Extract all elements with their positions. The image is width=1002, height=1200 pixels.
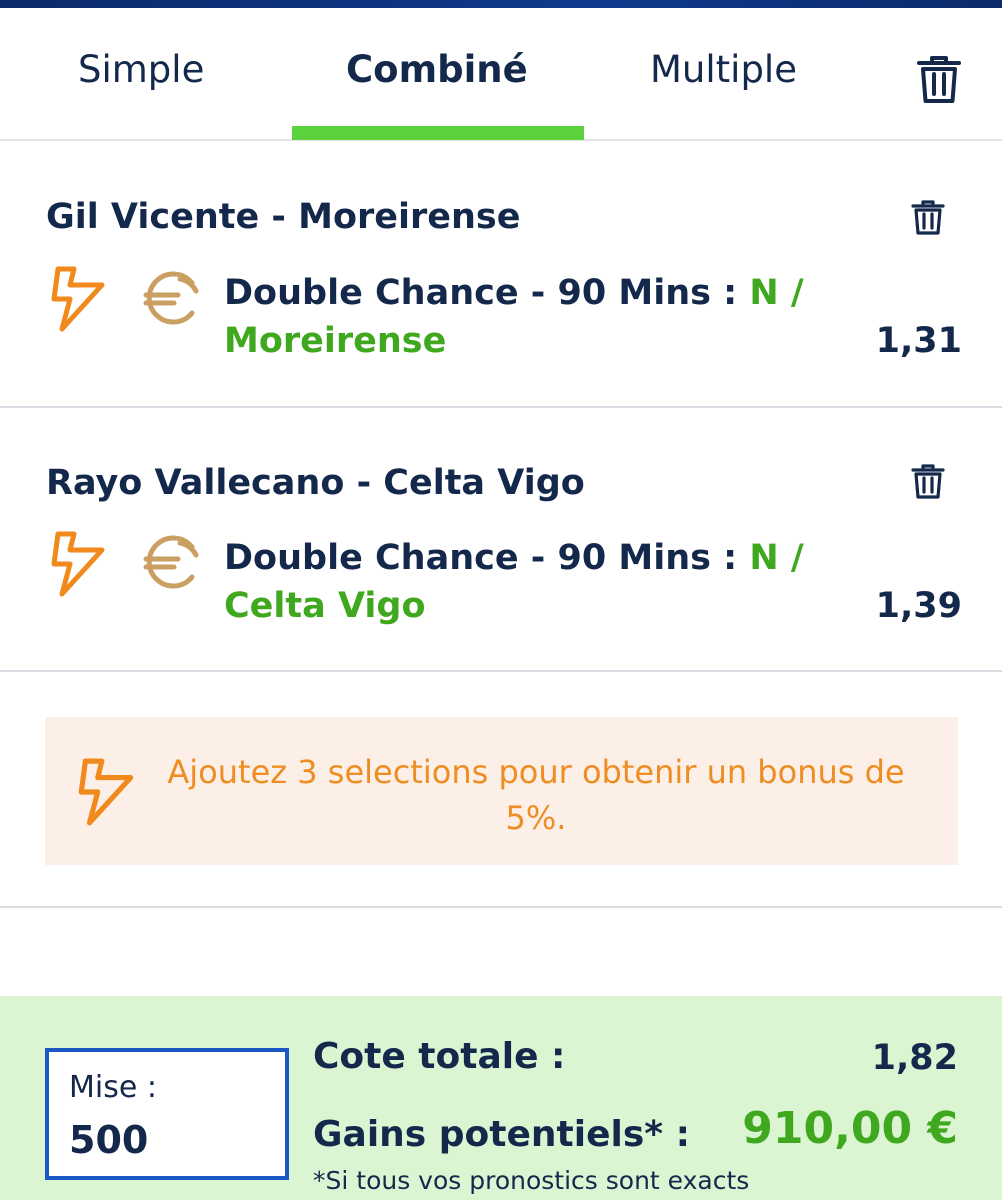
potential-gains-value: 910,00 € [742,1103,958,1154]
promo-section: Ajoutez 3 selections pour obtenir un bon… [0,672,1002,908]
selection-part2: Celta Vigo [224,586,426,626]
tab-multiple[interactable]: Multiple [650,48,797,91]
match-name: Rayo Vallecano - Celta Vigo [46,463,585,503]
total-odds-label: Cote totale : [313,1036,566,1077]
stake-input[interactable]: Mise : 500 [45,1048,289,1180]
selection-odd: 1,31 [875,321,962,361]
gains-disclaimer: *Si tous vos pronostics sont exacts [313,1166,750,1195]
potential-gains-label: Gains potentiels* : [313,1114,691,1155]
lightning-bolt-icon [78,758,134,826]
remove-selection-trash-icon[interactable] [910,462,946,500]
selection-part2: Moreirense [224,321,447,361]
selection-part1: N / [749,273,804,313]
euro-coin-icon [143,535,199,589]
remove-selection-trash-icon[interactable] [910,198,946,236]
top-accent-bar [0,0,1002,8]
selection-odd: 1,39 [875,586,962,626]
stake-label: Mise : [69,1070,157,1105]
trash-icon[interactable] [916,53,962,105]
lightning-bolt-icon [51,531,105,597]
bet-selection: Gil Vicente - Moreirense Double Chance -… [0,141,1002,408]
bet-type-tabs: Simple Combiné Multiple [0,8,1002,141]
market-name: Double Chance - 90 Mins : [224,273,738,313]
bet-summary-footer: Mise : 500 Cote totale : 1,82 Gains pote… [0,996,1002,1200]
bet-selection: Rayo Vallecano - Celta Vigo Double Chanc… [0,408,1002,672]
market-description: Double Chance - 90 Mins : N / Celta Vigo [224,534,864,630]
market-name: Double Chance - 90 Mins : [224,538,738,578]
bonus-promo-text: Ajoutez 3 selections pour obtenir un bon… [167,753,905,837]
selection-part1: N / [749,538,804,578]
tab-combine[interactable]: Combiné [346,48,528,91]
euro-coin-icon [143,271,199,325]
match-name: Gil Vicente - Moreirense [46,197,521,237]
bonus-promo-banner: Ajoutez 3 selections pour obtenir un bon… [45,717,958,865]
tab-simple[interactable]: Simple [78,48,204,91]
total-odds-value: 1,82 [871,1038,958,1078]
stake-value[interactable]: 500 [69,1118,148,1162]
market-description: Double Chance - 90 Mins : N / Moreirense [224,269,864,365]
lightning-bolt-icon [51,266,105,332]
active-tab-indicator [292,126,584,140]
